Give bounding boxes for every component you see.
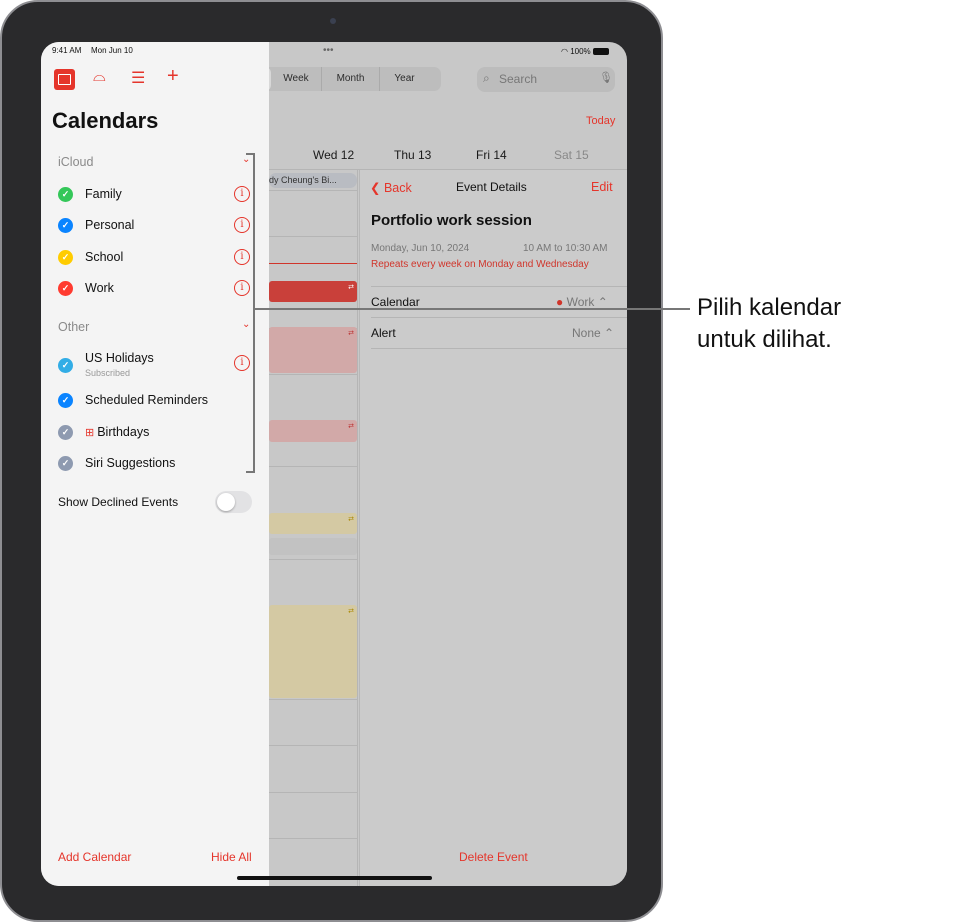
- status-time: 9:41 AM: [52, 46, 82, 55]
- page-title: Calendars: [52, 108, 159, 133]
- ipad-frame: ••• ◠ 100% Week Month Year ⌕ Search 🎙 To…: [0, 0, 663, 922]
- callout-text: Pilih kalendar untuk dilihat.: [697, 294, 842, 353]
- section-header-other: Other: [58, 320, 90, 334]
- day-header: Sat 15: [554, 148, 589, 162]
- alert-label: Alert: [371, 326, 396, 340]
- chevron-left-icon: ❮: [370, 181, 384, 195]
- subscribed-label: Subscribed: [85, 368, 131, 378]
- allday-event[interactable]: dy Cheung's Bi...: [269, 173, 357, 188]
- checkmark-icon[interactable]: ✓: [58, 280, 73, 296]
- status-date: Mon Jun 10: [91, 46, 133, 55]
- add-calendar-button[interactable]: Add Calendar: [58, 850, 131, 864]
- calendar-item-family[interactable]: ✓ Family: [58, 184, 122, 204]
- hide-all-button[interactable]: Hide All: [211, 850, 252, 864]
- day-header: Wed 12: [313, 148, 355, 162]
- calendar-item-school[interactable]: ✓ School: [58, 247, 123, 267]
- edit-button[interactable]: Edit: [591, 180, 613, 194]
- event-block[interactable]: ⇄: [269, 327, 357, 373]
- calendar-item-us-holidays[interactable]: ✓ US Holidays Subscribed: [58, 350, 154, 380]
- event-block[interactable]: ⇄: [269, 513, 357, 534]
- gift-icon: ⊞: [85, 426, 95, 439]
- chevron-updown-icon: ⌃: [604, 326, 615, 340]
- calendar-color-dot: ●: [556, 295, 567, 309]
- checkmark-icon[interactable]: ✓: [58, 357, 73, 373]
- callout-line: [254, 308, 690, 310]
- camera: [330, 18, 336, 24]
- multitask-dots[interactable]: •••: [323, 45, 334, 56]
- checkmark-icon[interactable]: ✓: [58, 217, 73, 233]
- checkmark-icon[interactable]: ✓: [58, 424, 73, 440]
- wifi-icon: ◠: [561, 47, 571, 56]
- chevron-updown-icon: ⌃: [597, 295, 608, 309]
- checkmark-icon[interactable]: ✓: [58, 392, 73, 408]
- battery-percent: 100%: [570, 47, 591, 56]
- search-placeholder: Search: [499, 72, 538, 86]
- show-declined-toggle[interactable]: [215, 491, 252, 513]
- checkmark-icon[interactable]: ✓: [58, 455, 73, 471]
- plus-icon[interactable]: +: [167, 65, 179, 88]
- panel-title: Event Details: [456, 180, 527, 194]
- calendar-item-scheduled-reminders[interactable]: ✓ Scheduled Reminders: [58, 390, 208, 410]
- calendar-item-work[interactable]: ✓ Work: [58, 278, 114, 298]
- alert-picker[interactable]: None ⌃: [572, 326, 614, 340]
- event-date: Monday, Jun 10, 2024: [371, 243, 470, 254]
- home-indicator[interactable]: [237, 876, 432, 880]
- callout-bracket: [246, 153, 255, 473]
- event-repeat: Repeats every week on Monday and Wednesd…: [371, 259, 589, 270]
- segment-week[interactable]: Week: [271, 67, 321, 91]
- current-time-line: [269, 263, 357, 264]
- segment-month[interactable]: Month: [321, 67, 379, 91]
- show-declined-label: Show Declined Events: [58, 495, 179, 509]
- battery-icon: [592, 48, 609, 56]
- checkmark-icon[interactable]: ✓: [58, 249, 73, 265]
- calendar-item-siri-suggestions[interactable]: ✓ Siri Suggestions: [58, 453, 175, 473]
- calendar-item-birthdays[interactable]: ✓ ⊞ Birthdays: [58, 422, 149, 442]
- calendar-label: Calendar: [371, 295, 420, 309]
- calendar-item-personal[interactable]: ✓ Personal: [58, 215, 134, 235]
- search-field[interactable]: ⌕ Search 🎙: [477, 67, 615, 92]
- event-block[interactable]: ⇄: [269, 281, 357, 302]
- delete-event-button[interactable]: Delete Event: [459, 850, 528, 864]
- event-block[interactable]: ⇄: [269, 420, 357, 442]
- column-divider: [357, 169, 358, 886]
- event-block[interactable]: ⇄: [269, 605, 357, 698]
- search-icon: ⌕: [483, 71, 490, 85]
- calendars-sidebar: 9:41 AM Mon Jun 10 ⌓ ☰ + Calendars iClou…: [41, 42, 269, 886]
- back-button[interactable]: ❮ Back: [370, 180, 412, 195]
- calendar-icon[interactable]: [54, 69, 75, 90]
- event-details-panel: ❮ Back Event Details Edit Portfolio work…: [359, 170, 627, 886]
- calendar-picker[interactable]: ● Work ⌃: [556, 295, 608, 309]
- day-header: Thu 13: [394, 148, 432, 162]
- day-header: Fri 14: [476, 148, 507, 162]
- checkmark-icon[interactable]: ✓: [58, 186, 73, 202]
- screen: ••• ◠ 100% Week Month Year ⌕ Search 🎙 To…: [41, 42, 627, 886]
- segment-year[interactable]: Year: [379, 67, 429, 91]
- microphone-icon[interactable]: 🎙: [599, 71, 613, 84]
- event-time: 10 AM to 10:30 AM: [523, 243, 608, 254]
- list-icon[interactable]: ☰: [131, 68, 145, 88]
- event-block[interactable]: [269, 538, 357, 555]
- today-button[interactable]: Today: [586, 115, 615, 127]
- event-name: Portfolio work session: [371, 212, 532, 229]
- section-header-icloud: iCloud: [58, 155, 94, 169]
- battery-status: ◠ 100%: [561, 47, 609, 56]
- inbox-icon[interactable]: ⌓: [93, 68, 106, 86]
